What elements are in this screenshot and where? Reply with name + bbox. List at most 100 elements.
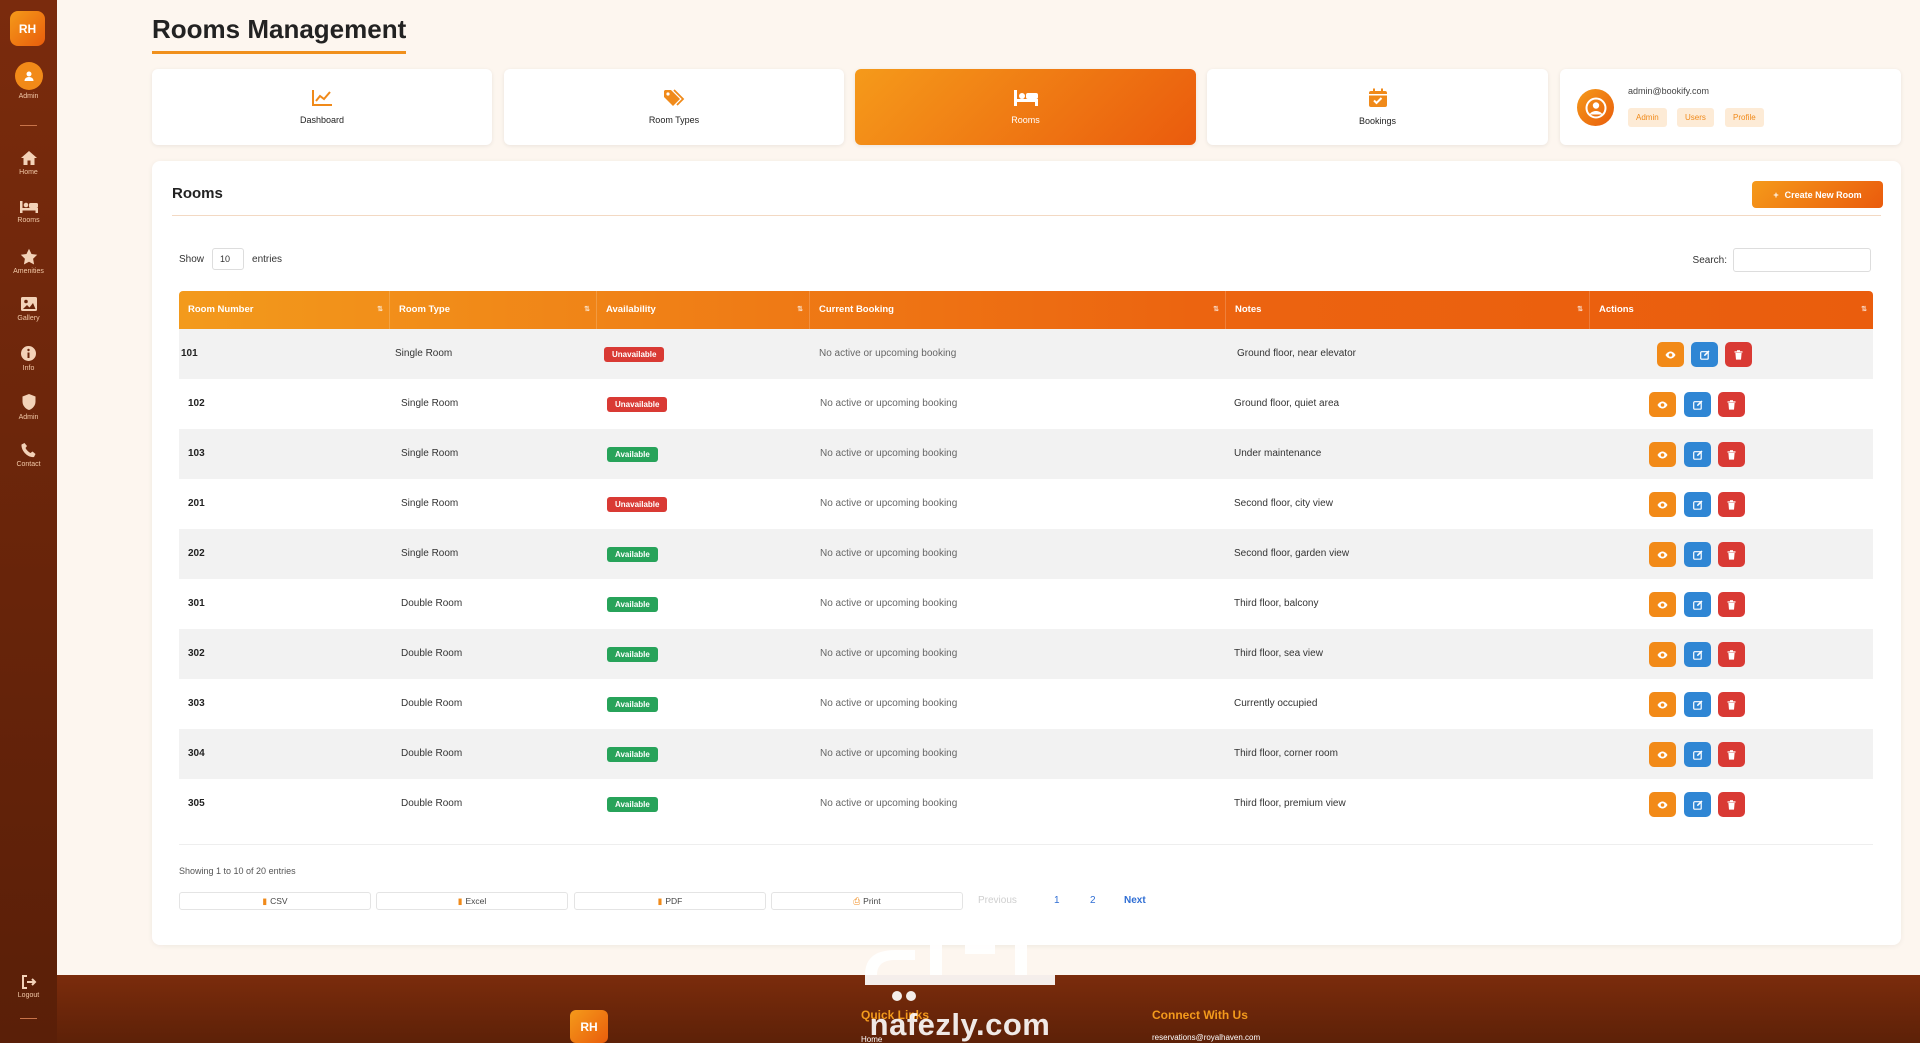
star-icon — [20, 248, 37, 265]
pagination-next[interactable]: Next — [1124, 895, 1146, 906]
edit-room-button[interactable] — [1684, 692, 1711, 717]
cell-notes: Currently occupied — [1234, 698, 1318, 709]
export-csv-button[interactable]: ▮ CSV — [179, 892, 371, 910]
column-header-actions[interactable]: Actions ⇅ — [1590, 291, 1873, 329]
print-button[interactable]: ⎙ Print — [771, 892, 963, 910]
profile-tag-admin[interactable]: Admin — [1628, 108, 1667, 127]
logout-label: Logout — [17, 992, 40, 999]
sidebar-item-rooms[interactable]: Rooms — [0, 200, 57, 224]
sidebar-item-label: Admin — [18, 414, 39, 421]
sort-icon: ⇅ — [1577, 306, 1583, 313]
cell-notes: Third floor, premium view — [1234, 798, 1346, 809]
profile-tag-profile[interactable]: Profile — [1725, 108, 1764, 127]
view-room-button[interactable] — [1649, 542, 1676, 567]
column-header-room-number[interactable]: Room Number ⇅ — [179, 291, 390, 329]
view-room-button[interactable] — [1649, 642, 1676, 667]
chart-line-icon — [312, 90, 332, 106]
sidebar-item-info[interactable]: Info — [0, 345, 57, 372]
search-box: Search: — [1693, 248, 1871, 272]
file-pdf-icon: ▮ — [657, 895, 663, 906]
sidebar-item-admin[interactable]: Admin — [0, 393, 57, 421]
sidebar-logo[interactable]: RH — [10, 11, 45, 46]
rooms-panel: Rooms + Create New Room Show 10 entries … — [152, 161, 1901, 945]
edit-room-button[interactable] — [1684, 542, 1711, 567]
pagination-previous[interactable]: Previous — [978, 895, 1017, 906]
table-row: 101 Single Room Unavailable No active or up… — [179, 329, 1873, 379]
delete-room-button[interactable] — [1718, 692, 1745, 717]
cell-notes: Under maintenance — [1234, 448, 1322, 459]
cell-notes: Second floor, garden view — [1234, 548, 1350, 559]
create-room-button[interactable]: + Create New Room — [1752, 181, 1883, 208]
cell-notes: Third floor, corner room — [1234, 748, 1338, 759]
cell-room-number: 202 — [188, 548, 205, 559]
delete-room-button[interactable] — [1718, 392, 1745, 417]
edit-room-button[interactable] — [1684, 442, 1711, 467]
edit-icon — [1699, 350, 1710, 360]
panel-divider — [172, 215, 1881, 216]
nav-card-bookings[interactable]: Bookings — [1207, 69, 1548, 145]
edit-room-button[interactable] — [1684, 592, 1711, 617]
sign-out-icon — [21, 975, 36, 989]
nav-card-room-types[interactable]: Room Types — [504, 69, 844, 145]
column-header-notes[interactable]: Notes ⇅ — [1226, 291, 1590, 329]
cell-current-booking: No active or upcoming booking — [820, 698, 958, 709]
edit-room-button[interactable] — [1684, 742, 1711, 767]
delete-room-button[interactable] — [1718, 542, 1745, 567]
delete-room-button[interactable] — [1718, 742, 1745, 767]
delete-room-button[interactable] — [1718, 442, 1745, 467]
view-room-button[interactable] — [1657, 342, 1684, 367]
sidebar-item-gallery[interactable]: Gallery — [0, 296, 57, 322]
cell-current-booking: No active or upcoming booking — [820, 798, 958, 809]
column-header-room-type[interactable]: Room Type ⇅ — [390, 291, 597, 329]
sidebar-admin[interactable]: Admin — [0, 62, 57, 100]
table-info: Showing 1 to 10 of 20 entries — [179, 866, 296, 876]
edit-room-button[interactable] — [1691, 342, 1718, 367]
logout-button[interactable]: Logout — [0, 975, 57, 999]
pagination-page-1[interactable]: 1 — [1054, 895, 1060, 906]
footer-link-home[interactable]: Home — [861, 1035, 882, 1043]
entries-select[interactable]: 10 — [212, 248, 245, 270]
view-room-button[interactable] — [1649, 792, 1676, 817]
user-circle-icon[interactable] — [1577, 89, 1614, 126]
file-csv-icon: ▮ — [262, 895, 268, 906]
sidebar-item-label: Home — [19, 169, 38, 176]
view-room-button[interactable] — [1649, 392, 1676, 417]
sidebar-item-contact[interactable]: Contact — [0, 442, 57, 468]
edit-room-button[interactable] — [1684, 392, 1711, 417]
view-room-button[interactable] — [1649, 442, 1676, 467]
availability-badge: Unavailable — [607, 397, 668, 412]
export-pdf-button[interactable]: ▮ PDF — [574, 892, 766, 910]
footer-email[interactable]: reservations@royalhaven.com — [1152, 1033, 1260, 1042]
eye-icon — [1657, 451, 1668, 459]
cell-notes: Third floor, balcony — [1234, 598, 1319, 609]
view-room-button[interactable] — [1649, 742, 1676, 767]
trash-icon — [1727, 749, 1736, 760]
column-header-current-booking[interactable]: Current Booking ⇅ — [810, 291, 1226, 329]
search-input[interactable] — [1733, 248, 1871, 272]
edit-room-button[interactable] — [1684, 792, 1711, 817]
view-room-button[interactable] — [1649, 492, 1676, 517]
delete-room-button[interactable] — [1718, 642, 1745, 667]
nav-card-dashboard[interactable]: Dashboard — [152, 69, 492, 145]
view-room-button[interactable] — [1649, 592, 1676, 617]
delete-room-button[interactable] — [1718, 592, 1745, 617]
table-bottom-divider — [179, 844, 1873, 845]
sidebar-item-home[interactable]: Home — [0, 150, 57, 176]
export-excel-button[interactable]: ▮ Excel — [376, 892, 568, 910]
edit-icon — [1692, 600, 1703, 610]
profile-tag-users[interactable]: Users — [1677, 108, 1714, 127]
cell-current-booking: No active or upcoming booking — [820, 648, 958, 659]
sidebar: RH Admin Home Rooms Amenities Gallery In… — [0, 0, 57, 1043]
view-room-button[interactable] — [1649, 692, 1676, 717]
column-header-availability[interactable]: Availability ⇅ — [597, 291, 810, 329]
edit-room-button[interactable] — [1684, 642, 1711, 667]
cell-current-booking: No active or upcoming booking — [820, 748, 958, 759]
pagination-page-2[interactable]: 2 — [1090, 895, 1096, 906]
sidebar-item-amenities[interactable]: Amenities — [0, 248, 57, 275]
edit-room-button[interactable] — [1684, 492, 1711, 517]
delete-room-button[interactable] — [1718, 792, 1745, 817]
nav-card-rooms[interactable]: Rooms — [855, 69, 1196, 145]
delete-room-button[interactable] — [1718, 492, 1745, 517]
cell-notes: Third floor, sea view — [1234, 648, 1323, 659]
delete-room-button[interactable] — [1725, 342, 1752, 367]
